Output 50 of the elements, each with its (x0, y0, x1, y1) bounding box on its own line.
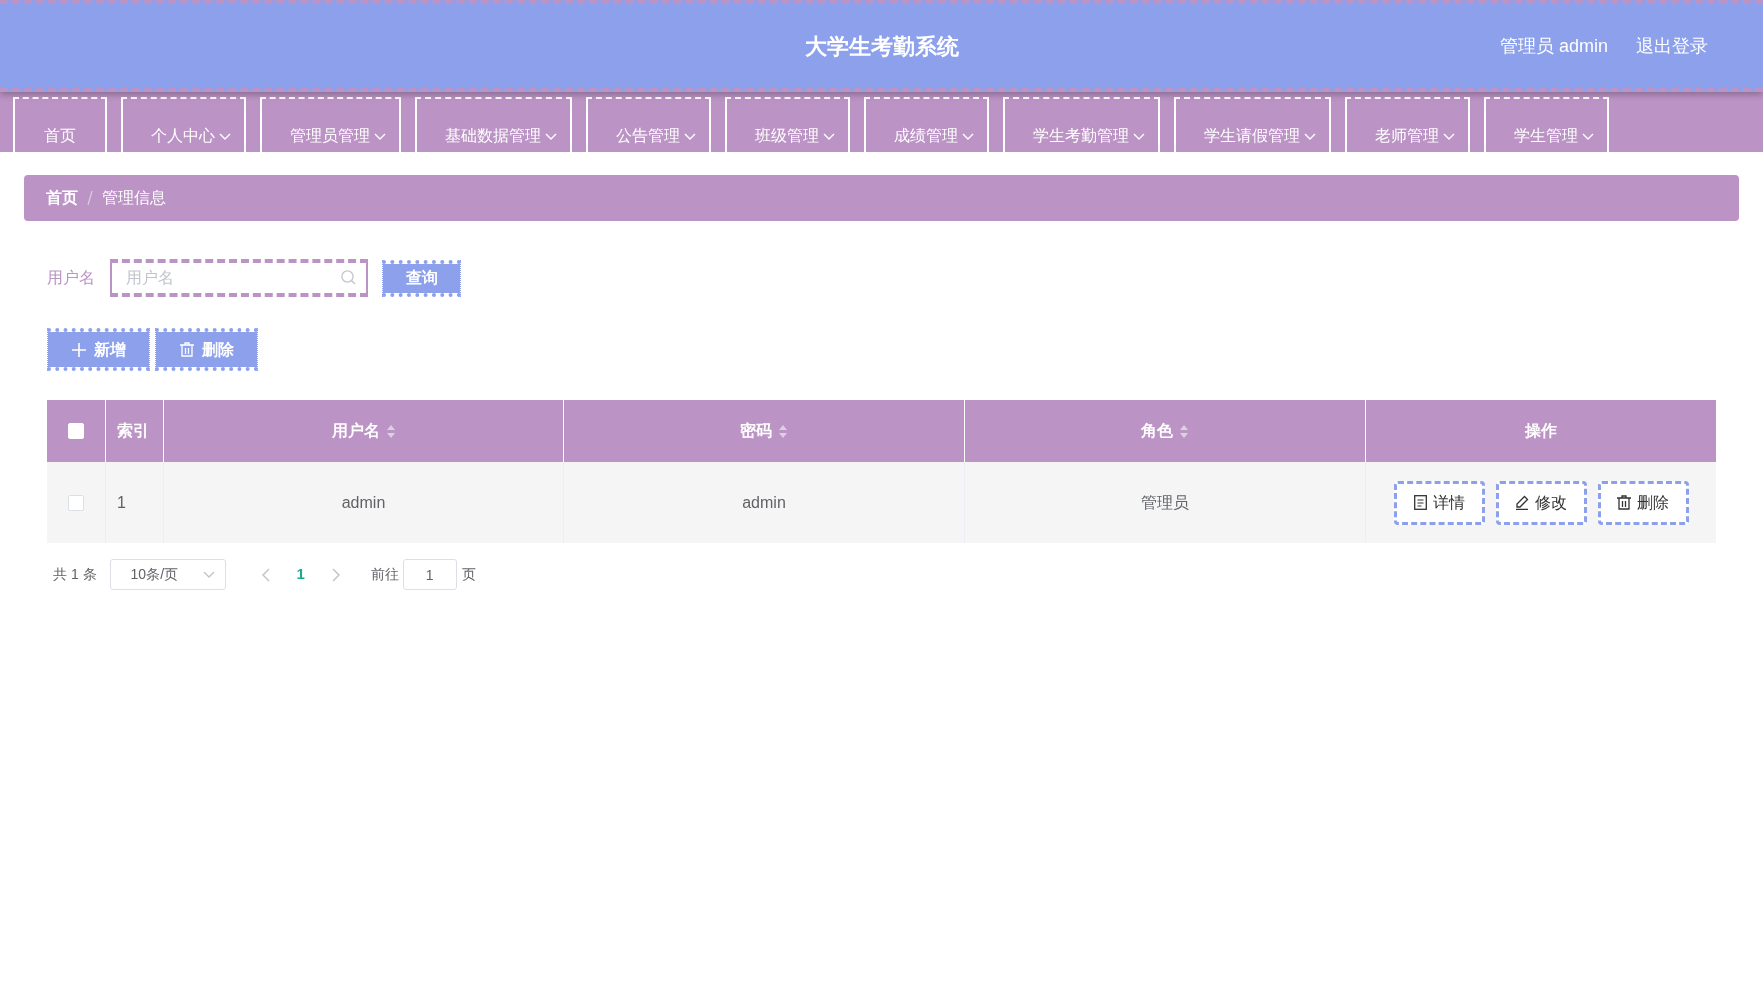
search-button[interactable]: 查询 (382, 259, 461, 297)
nav-tab[interactable]: 管理员管理 (260, 97, 401, 152)
table-cell: 管理员 (965, 462, 1366, 543)
nav-tab[interactable]: 学生请假管理 (1174, 97, 1331, 152)
nav-tab[interactable]: 个人中心 (121, 97, 246, 152)
column-heading: 角色 (1141, 421, 1173, 441)
page-input[interactable]: 1 (402, 559, 457, 590)
chevron-left-icon (261, 567, 270, 582)
total-count: 共 1 条 (53, 565, 97, 584)
page-size-select[interactable]: 10条/页 (109, 559, 226, 590)
table-cell: 1 (106, 462, 164, 543)
nav-tab[interactable]: 学生考勤管理 (1003, 97, 1160, 152)
detail-button[interactable]: 详情 (1393, 480, 1485, 525)
trash-icon (179, 342, 194, 357)
breadcrumb-link[interactable]: 首页 (46, 186, 78, 210)
search-label: 用户名 (47, 268, 95, 288)
nav-tab[interactable]: 班级管理 (725, 97, 850, 152)
nav-tab[interactable]: 公告管理 (586, 97, 711, 152)
page-suffix: 页 (461, 565, 476, 584)
search-field[interactable]: 用户名 (110, 259, 368, 297)
pencil-icon (1515, 495, 1529, 510)
document-icon (1413, 495, 1427, 510)
column-heading: 索引 (117, 421, 149, 441)
breadcrumb-current: 管理信息 (102, 188, 166, 208)
table-cell: admin (164, 462, 564, 543)
trash-icon (1617, 495, 1631, 510)
checkbox[interactable] (68, 494, 84, 511)
plus-icon (71, 342, 86, 357)
nav-tab[interactable]: 学生管理 (1484, 97, 1609, 152)
column-heading: 密码 (740, 421, 772, 441)
column-heading: 操作 (1525, 421, 1557, 441)
column-heading: 用户名 (331, 421, 380, 441)
delete-button[interactable]: 删除 (1597, 480, 1689, 525)
user-label: 管理员 admin (1499, 34, 1608, 58)
edit-button[interactable]: 修改 (1495, 480, 1587, 525)
nav-tab[interactable]: 老师管理 (1345, 97, 1470, 152)
chevron-down-icon (202, 571, 215, 578)
delete-button[interactable]: 删除 (155, 328, 258, 371)
page-number[interactable]: 1 (290, 559, 311, 590)
nav-tab[interactable]: 基础数据管理 (415, 97, 572, 152)
table-cell: admin (564, 462, 965, 543)
goto-label: 前往 (370, 565, 399, 584)
nav-tab[interactable]: 成绩管理 (864, 97, 989, 152)
app-title: 大学生考勤系统 (804, 32, 959, 61)
slash-icon (87, 190, 93, 206)
logout-link[interactable]: 退出登录 (1636, 32, 1708, 60)
chevron-right-icon (331, 567, 340, 582)
search-icon (341, 270, 356, 285)
nav-tab[interactable]: 首页 (13, 97, 107, 152)
add-button[interactable]: 新增 (47, 328, 150, 371)
